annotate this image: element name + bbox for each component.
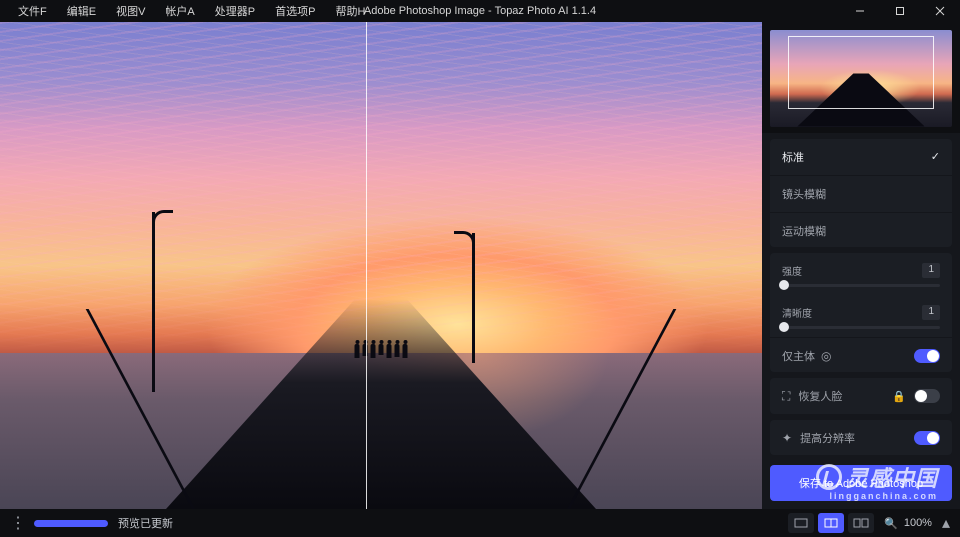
progress-bar	[34, 520, 108, 527]
zoom-control: 🔍 100%	[884, 517, 932, 530]
zoom-value[interactable]: 100%	[904, 517, 932, 529]
upscale-section: ✦ 提高分辨率	[770, 420, 952, 455]
close-button[interactable]	[920, 0, 960, 22]
save-to-photoshop-button[interactable]: 保存 to Adobe Photoshop	[770, 465, 952, 501]
side-panel: 标准 ✓ 镜头模糊 运动模糊 强度 1 清晰度 1	[762, 22, 960, 509]
menu-file[interactable]: 文件F	[8, 0, 57, 22]
window-title: Adobe Photoshop Image - Topaz Photo AI 1…	[364, 5, 596, 17]
upscale-row: ✦ 提高分辨率	[770, 420, 952, 455]
mode-label: 标准	[782, 149, 804, 165]
view-single-button[interactable]	[788, 513, 814, 533]
preview-canvas[interactable]	[0, 22, 762, 509]
status-text: 预览已更新	[118, 515, 173, 531]
view-side-by-side-button[interactable]	[848, 513, 874, 533]
sliders-section: 强度 1 清晰度 1 仅主体 ◎	[770, 253, 952, 372]
upscale-toggle[interactable]	[914, 431, 940, 445]
comparison-split-handle[interactable]	[366, 22, 367, 509]
zoom-icon[interactable]: 🔍	[884, 517, 898, 530]
mode-lens-blur[interactable]: 镜头模糊	[770, 176, 952, 213]
toggle-label: 仅主体	[782, 348, 815, 364]
toggle-label: 恢复人脸	[798, 388, 842, 404]
menu-view[interactable]: 视图V	[106, 0, 155, 22]
sparkle-icon: ✦	[782, 431, 792, 445]
subject-only-toggle[interactable]	[914, 349, 940, 363]
recover-faces-row: ⛶ 恢复人脸 🔒	[770, 378, 952, 413]
recover-faces-toggle[interactable]	[914, 389, 940, 403]
face-detect-icon: ⛶	[782, 389, 790, 404]
menu-preferences[interactable]: 首选项P	[265, 0, 325, 22]
bottom-bar: ⋮ 预览已更新 🔍 100% ▴	[0, 509, 960, 537]
recover-faces-section: ⛶ 恢复人脸 🔒	[770, 378, 952, 413]
navigator-thumbnail[interactable]	[762, 22, 960, 133]
mode-standard[interactable]: 标准 ✓	[770, 139, 952, 176]
slider-label: 清晰度	[782, 305, 812, 320]
slider-value: 1	[922, 305, 940, 320]
titlebar: 文件F 编辑E 视图V 帐户A 处理器P 首选项P 帮助H Adobe Phot…	[0, 0, 960, 22]
sharpen-mode-list: 标准 ✓ 镜头模糊 运动模糊	[770, 139, 952, 247]
minimize-button[interactable]	[840, 0, 880, 22]
navigator-viewport-frame[interactable]	[788, 36, 934, 109]
subject-only-row: 仅主体 ◎	[770, 337, 952, 372]
mode-motion-blur[interactable]: 运动模糊	[770, 213, 952, 247]
view-split-button[interactable]	[818, 513, 844, 533]
toggle-label: 提高分辨率	[800, 430, 855, 446]
slider-knob[interactable]	[779, 280, 789, 290]
menu-edit[interactable]: 编辑E	[57, 0, 106, 22]
menu-bar: 文件F 编辑E 视图V 帐户A 处理器P 首选项P 帮助H	[0, 0, 375, 22]
check-icon: ✓	[931, 150, 940, 163]
slider-label: 强度	[782, 263, 802, 278]
slider-knob[interactable]	[779, 322, 789, 332]
preview-image	[0, 22, 762, 509]
mode-label: 镜头模糊	[782, 186, 826, 202]
collapse-panel-button[interactable]: ▴	[942, 513, 950, 533]
strength-slider[interactable]: 强度 1	[770, 253, 952, 295]
clarity-slider[interactable]: 清晰度 1	[770, 295, 952, 337]
target-icon: ◎	[821, 349, 831, 363]
main-area: 标准 ✓ 镜头模糊 运动模糊 强度 1 清晰度 1	[0, 22, 960, 509]
mode-label: 运动模糊	[782, 223, 826, 239]
view-mode-group	[788, 513, 874, 533]
more-menu-button[interactable]: ⋮	[10, 513, 24, 533]
maximize-button[interactable]	[880, 0, 920, 22]
slider-value: 1	[922, 263, 940, 278]
menu-account[interactable]: 帐户A	[155, 0, 204, 22]
lock-icon: 🔒	[892, 390, 906, 403]
window-controls	[840, 0, 960, 22]
menu-processor[interactable]: 处理器P	[205, 0, 265, 22]
